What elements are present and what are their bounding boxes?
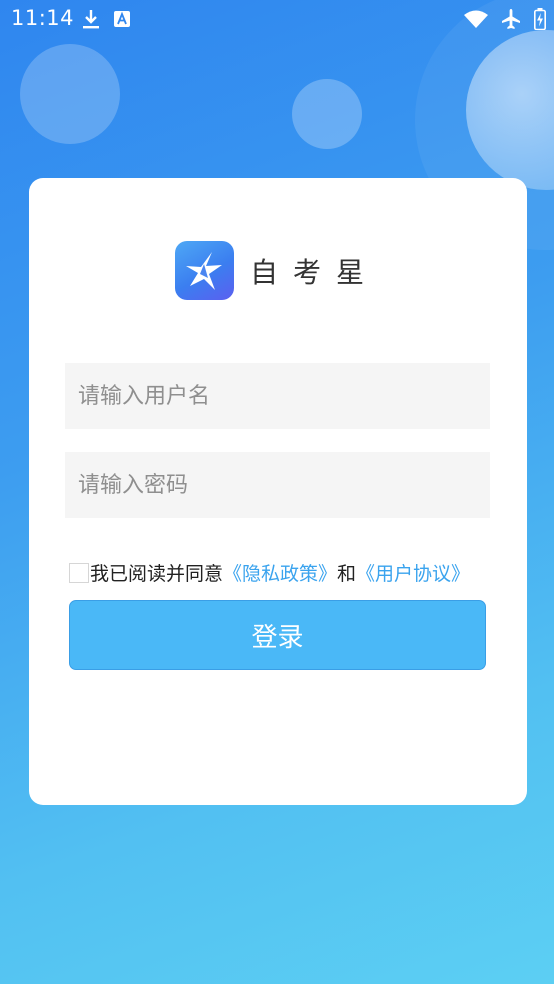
status-bar: 11:14 [0, 0, 554, 38]
login-screen: 11:14 自考星 请输入用户名 我已阅读并同意 《隐私政策》 和 《用户协议》… [0, 0, 554, 984]
agreement-row: 我已阅读并同意 《隐私政策》 和 《用户协议》 [69, 559, 470, 586]
app-name: 自考星 [250, 255, 380, 289]
brand: 自考星 [175, 241, 379, 300]
agreement-prefix: 我已阅读并同意 [90, 563, 224, 585]
status-time: 11:14 [11, 6, 75, 30]
airplane-mode-icon [500, 8, 522, 30]
login-button[interactable]: 登录 [69, 600, 486, 670]
battery-charging-icon [534, 8, 546, 30]
password-input[interactable] [65, 452, 490, 518]
decorative-bubble [20, 44, 120, 144]
login-card: 自考星 我已阅读并同意 《隐私政策》 和 《用户协议》 登录 [29, 178, 527, 805]
username-input[interactable] [65, 363, 490, 429]
star-logo-icon [175, 241, 234, 300]
decorative-bubble [292, 79, 362, 149]
download-icon [82, 8, 100, 30]
status-right-icons [464, 8, 546, 30]
wifi-icon [464, 9, 488, 29]
agreement-conjunction: 和 [337, 563, 357, 585]
status-left-icons [82, 8, 130, 30]
agreement-checkbox[interactable] [69, 562, 89, 583]
user-agreement-link[interactable]: 《用户协议》 [356, 559, 470, 586]
notification-a-icon [114, 11, 130, 27]
privacy-policy-link[interactable]: 《隐私政策》 [223, 559, 337, 586]
